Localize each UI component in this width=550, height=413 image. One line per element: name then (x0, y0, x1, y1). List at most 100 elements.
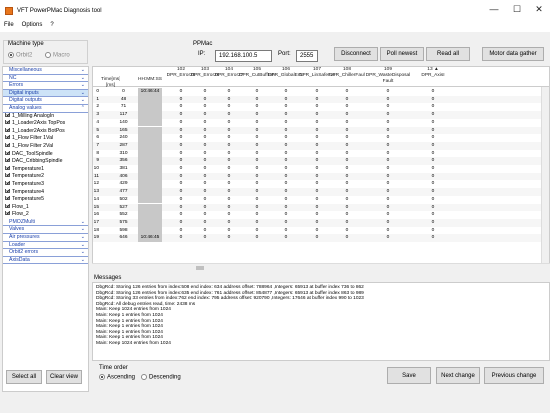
port-input[interactable]: 2555 (296, 50, 318, 62)
table-row[interactable]: 8 310 0 0 0 0 0 0 0 0 0 (93, 149, 549, 158)
checkbox-icon[interactable] (5, 142, 10, 148)
chevron-down-icon[interactable]: ⌄ (81, 234, 85, 241)
column-header[interactable]: 108 DPR_ChillerFault (329, 67, 365, 87)
table-row[interactable]: 0 0 10:46:44 0 0 0 0 0 0 0 0 0 (93, 88, 549, 96)
maximize-button[interactable]: ☐ (510, 4, 524, 15)
menu-help[interactable]: ? (50, 22, 53, 32)
table-row[interactable]: 13 477 0 0 0 0 0 0 0 0 0 (93, 188, 549, 196)
column-header[interactable]: Time[ms][ms] (101, 67, 120, 87)
checkbox-icon[interactable] (5, 188, 10, 193)
checkbox-icon[interactable] (5, 112, 10, 117)
table-row[interactable]: 14 502 0 0 0 0 0 0 0 0 0 (93, 195, 549, 204)
descending-radio[interactable]: Descending (141, 374, 181, 381)
table-row[interactable]: 4 140 0 0 0 0 0 0 0 0 0 (93, 118, 549, 127)
chevron-up-icon[interactable]: ⌃ (81, 105, 85, 112)
tree-signal-item[interactable]: Flow_2 (3, 211, 88, 219)
table-row[interactable]: 5 165 0 0 0 0 0 0 0 0 0 (93, 126, 549, 135)
grid-horizontal-scrollbar[interactable] (92, 263, 550, 271)
ip-input[interactable]: 192.168.100.5 (215, 50, 272, 62)
tree-signal-item[interactable]: 1_Flow Filter 2Val (3, 142, 88, 151)
table-row[interactable]: 16 552 0 0 0 0 0 0 0 0 0 (93, 211, 549, 219)
chevron-down-icon[interactable]: ⌄ (81, 75, 85, 82)
tree-signal-item[interactable]: Temperature4 (3, 188, 88, 197)
tree-category[interactable]: Errors ⌄ (3, 82, 88, 90)
machine-type-macro-radio[interactable]: Macro (45, 52, 70, 59)
tree-signal-item[interactable]: Temperature3 (3, 180, 88, 189)
grid-vertical-scrollbar[interactable] (541, 87, 549, 270)
select-all-button[interactable]: Select all (6, 370, 42, 384)
chevron-down-icon[interactable]: ⌄ (81, 219, 85, 226)
tree-signal-item[interactable]: 1_Milling AnalogIn (3, 112, 88, 121)
signal-tree[interactable]: Miscellaneous ⌄ NC ⌄ Errors ⌄ Digital inputs ⌄ D… (2, 66, 89, 392)
tree-signal-item[interactable]: 1_Flow Filter 1Val (3, 135, 88, 143)
checkbox-icon[interactable] (5, 180, 10, 186)
next-change-button[interactable]: Next change (436, 367, 480, 384)
table-row[interactable]: 6 240 0 0 0 0 0 0 0 0 0 (93, 134, 549, 142)
tree-signal-item[interactable]: Temperature2 (3, 173, 88, 181)
table-row[interactable]: 18 598 0 0 0 0 0 0 0 0 0 (93, 226, 549, 235)
machine-type-orbit2-radio[interactable]: Orbit2 (8, 52, 32, 59)
table-row[interactable]: 12 429 0 0 0 0 0 0 0 0 0 (93, 180, 549, 189)
table-row[interactable]: 19 646 10:46:45 0 0 0 0 0 0 0 0 0 (93, 234, 549, 242)
tree-category[interactable]: AxisData ⌄ (3, 257, 88, 265)
chevron-down-icon[interactable]: ⌄ (81, 249, 85, 256)
chevron-down-icon[interactable]: ⌄ (81, 257, 85, 264)
checkbox-icon[interactable] (5, 203, 10, 208)
close-button[interactable]: ✕ (532, 4, 546, 15)
tree-category[interactable]: Analog values ⌃ (3, 105, 88, 113)
menu-file[interactable]: File (4, 22, 14, 32)
tree-signal-item[interactable]: Temperature1 (3, 165, 88, 174)
messages-log[interactable]: DbgRcd: Storing 126 entries from index:5… (92, 282, 550, 361)
chevron-down-icon[interactable]: ⌄ (81, 97, 85, 104)
chevron-down-icon[interactable]: ⌄ (81, 226, 85, 233)
tree-category[interactable]: Valves ⌄ (3, 226, 88, 235)
chevron-down-icon[interactable]: ⌄ (81, 90, 85, 97)
checkbox-icon[interactable] (5, 158, 10, 163)
tree-category[interactable]: Miscellaneous ⌄ (3, 67, 88, 75)
tree-category[interactable]: Orbit2 errors ⌄ (3, 249, 88, 257)
column-header[interactable]: HH:MM:SS (138, 67, 162, 87)
tree-category[interactable]: Digital inputs ⌄ (3, 89, 88, 98)
checkbox-icon[interactable] (5, 165, 10, 170)
checkbox-icon[interactable] (5, 150, 10, 155)
table-row[interactable]: 17 575 0 0 0 0 0 0 0 0 0 (93, 218, 549, 227)
motor-data-gather-button[interactable]: Motor data gather (482, 47, 544, 61)
save-button[interactable]: Save (387, 367, 431, 384)
read-all-button[interactable]: Read all (426, 47, 470, 61)
table-row[interactable]: 9 356 0 0 0 0 0 0 0 0 0 (93, 157, 549, 165)
clear-view-button[interactable]: Clear view (46, 370, 82, 384)
table-row[interactable]: 2 71 0 0 0 0 0 0 0 0 0 (93, 103, 549, 112)
menu-options[interactable]: Options (22, 22, 43, 32)
data-grid[interactable]: Time[ms][ms] HH:MM:SS 102 DPR_Error25 103 DPR… (92, 66, 550, 271)
chevron-down-icon[interactable]: ⌄ (81, 82, 85, 89)
chevron-down-icon[interactable]: ⌄ (81, 242, 85, 249)
checkbox-icon[interactable] (5, 135, 10, 140)
tree-signal-item[interactable]: DAC_ToolSpindle (3, 150, 88, 159)
table-row[interactable]: 11 406 0 0 0 0 0 0 0 0 0 (93, 172, 549, 181)
table-row[interactable]: 1 48 0 0 0 0 0 0 0 0 0 (93, 95, 549, 104)
tree-signal-item[interactable]: 1_Loader2Axis TopPos (3, 120, 88, 128)
column-header[interactable]: 109 DPR_WasteDisposal Fault (365, 67, 411, 87)
table-row[interactable]: 10 381 0 0 0 0 0 0 0 0 0 (93, 165, 549, 173)
tree-signal-item[interactable]: DAC_CribbingSpindle (3, 158, 88, 166)
tree-signal-item[interactable]: Temperature5 (3, 196, 88, 204)
tree-category[interactable]: NC ⌄ (3, 75, 88, 83)
minimize-button[interactable]: — (487, 4, 501, 14)
tree-signal-item[interactable]: Flow_1 (3, 203, 88, 212)
scroll-thumb[interactable] (196, 266, 204, 270)
table-row[interactable]: 7 287 0 0 0 0 0 0 0 0 0 (93, 141, 549, 150)
table-row[interactable]: 3 117 0 0 0 0 0 0 0 0 0 (93, 111, 549, 119)
checkbox-icon[interactable] (5, 120, 10, 125)
previous-change-button[interactable]: Previous change (484, 367, 544, 384)
poll-newest-button[interactable]: Poll newest (380, 47, 424, 61)
checkbox-icon[interactable] (5, 127, 10, 132)
tree-category[interactable]: Loader ⌄ (3, 242, 88, 250)
table-row[interactable]: 15 527 0 0 0 0 0 0 0 0 0 (93, 203, 549, 212)
chevron-down-icon[interactable]: ⌄ (81, 67, 85, 74)
tree-category[interactable]: PMOZMulti ⌄ (3, 219, 88, 227)
ascending-radio[interactable]: Ascending (99, 374, 135, 381)
checkbox-icon[interactable] (5, 211, 10, 216)
tree-signal-item[interactable]: 1_Loader2Axis BotPos (3, 127, 88, 136)
disconnect-button[interactable]: Disconnect (334, 47, 378, 61)
column-header[interactable]: 13 ▲ DPR_AxisI (413, 67, 453, 87)
